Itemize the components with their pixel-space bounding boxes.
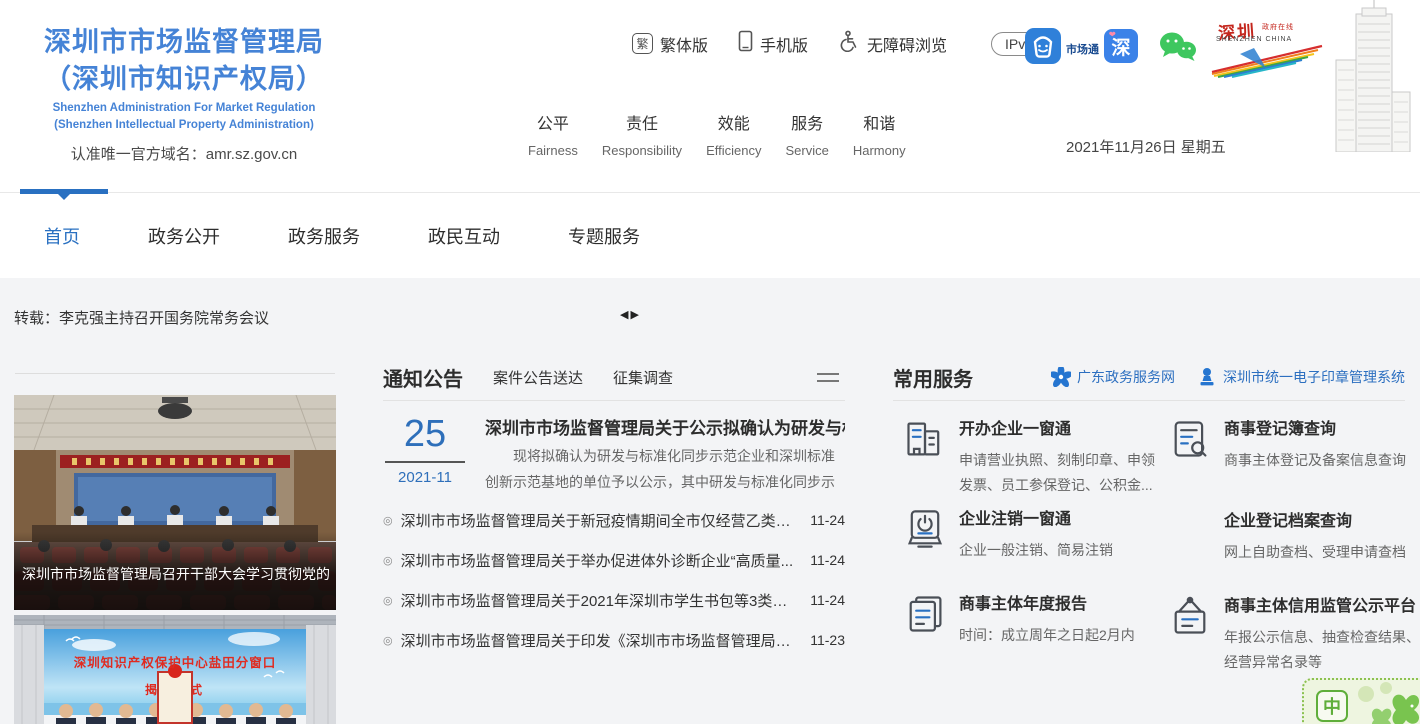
logo-subtitle-line2: (Shenzhen Intellectual Property Administ…	[28, 118, 340, 132]
tab-case-announcements[interactable]: 案件公告送达	[493, 367, 583, 388]
services-divider	[893, 400, 1405, 401]
service-business-registry-search[interactable]: 商事登记簿查询 商事主体登记及备案信息查询	[1168, 415, 1405, 473]
notices-more-icon[interactable]	[817, 368, 839, 387]
document-search-icon	[1168, 417, 1212, 461]
logo-subtitle-line1: Shenzhen Administration For Market Regul…	[28, 101, 340, 115]
ceremony-title: 深圳知识产权保护中心盐田分窗口	[44, 652, 306, 671]
notice-row[interactable]: ◎ 深圳市市场监督管理局关于2021年深圳市学生书包等3类产... 11-24	[383, 580, 845, 620]
wechat-icon[interactable]	[1157, 31, 1199, 68]
services-title: 常用服务	[893, 363, 973, 392]
service-credit-supervision-platform[interactable]: 商事主体信用监管公示平台 年报公示信息、抽查检查结果、经营异常名录等	[1168, 592, 1405, 675]
mobile-version-link[interactable]: 手机版	[738, 30, 808, 57]
bullet-icon: ◎	[383, 594, 393, 607]
traditional-label: 繁体版	[660, 32, 708, 56]
electronic-seal-system-link[interactable]: 深圳市统一电子印章管理系统	[1197, 367, 1405, 387]
page: 深圳市市场监督管理局 （深圳市知识产权局） Shenzhen Administr…	[0, 0, 1420, 724]
building-sketch	[1312, 0, 1420, 157]
nav-item-interaction[interactable]: 政民互动	[428, 223, 500, 249]
value-responsibility: 责任Responsibility	[602, 110, 682, 158]
news-ticker-headline[interactable]: 转载：李克强主持召开国务院常务会议	[14, 307, 269, 328]
market-app-link[interactable]: 市场通	[1024, 27, 1099, 70]
traditional-chinese-link[interactable]: 繁 繁体版	[632, 32, 708, 56]
nav-item-special-services[interactable]: 专题服务	[568, 223, 640, 249]
building-icon	[903, 417, 947, 461]
traditional-icon: 繁	[632, 33, 653, 54]
i-shenzhen-char: 深	[1111, 36, 1130, 59]
wheelchair-icon	[838, 30, 860, 57]
market-app-icon	[1024, 27, 1062, 70]
notice-row[interactable]: ◎ 深圳市市场监督管理局关于新冠疫情期间全市仅经营乙类非... 11-24	[383, 500, 845, 540]
value-service: 服务Service	[785, 110, 828, 158]
notices-divider	[383, 400, 845, 401]
notices-section: 通知公告 案件公告送达 征集调查 25 2021-11 深圳市市场监督管理局关于…	[383, 278, 845, 724]
gov-widget-char: 中	[1316, 690, 1348, 722]
hanging-board-icon	[1168, 594, 1212, 638]
services-section: 常用服务 广东政务服务网 深圳市统一电子印章管理系统	[893, 278, 1405, 724]
bullet-icon: ◎	[383, 514, 393, 527]
logo-title-line1: 深圳市市场监督管理局	[28, 24, 340, 61]
sz-logo-kite-swoosh	[1210, 42, 1328, 78]
featured-date-rule	[385, 461, 465, 463]
site-header: 深圳市市场监督管理局 （深圳市知识产权局） Shenzhen Administr…	[0, 0, 1420, 192]
carousel-divider	[15, 373, 335, 374]
notices-title: 通知公告	[383, 363, 463, 392]
featured-notice[interactable]: 25 2021-11 深圳市市场监督管理局关于公示拟确认为研发与标... 现将拟…	[383, 412, 845, 498]
value-efficiency: 效能Efficiency	[706, 110, 761, 158]
logo-title-line2: （深圳市知识产权局）	[28, 61, 340, 98]
tab-solicitation-survey[interactable]: 征集调查	[613, 367, 673, 388]
nav-item-home[interactable]: 首页	[44, 223, 80, 249]
mobile-label: 手机版	[760, 32, 808, 56]
i-shenzhen-app-link[interactable]: 深	[1104, 29, 1138, 68]
report-pages-icon	[903, 592, 947, 636]
current-date: 2021年11月26日 星期五	[1066, 136, 1226, 157]
slide-caption: 深圳市市场监督管理局召开干部大会学习贯彻党的十...	[22, 564, 330, 584]
main-content: 转载：李克强主持召开国务院常务会议 ◀▶	[0, 278, 1420, 724]
flower-icon	[1051, 367, 1071, 387]
service-registration-archive-search[interactable]: 企业登记档案查询 网上自助查档、受理申请查档	[1168, 507, 1405, 565]
accessibility-label: 无障碍浏览	[867, 32, 947, 56]
header-utility-links: 繁 繁体版 手机版 无障碍浏览 IPv6	[632, 30, 1047, 57]
nav-item-gov-services[interactable]: 政务服务	[288, 223, 360, 249]
site-logo[interactable]: 深圳市市场监督管理局 （深圳市知识产权局） Shenzhen Administr…	[28, 24, 340, 164]
bullet-icon: ◎	[383, 634, 393, 647]
shenzhen-china-logo[interactable]: 深圳 政府在线 SHENZHEN CHINA	[1210, 14, 1328, 80]
seal-stamp-icon	[1197, 367, 1217, 387]
market-app-label: 市场通	[1066, 41, 1099, 57]
bullet-icon: ◎	[383, 554, 393, 567]
gov-cn-widget[interactable]: 中	[1302, 678, 1420, 724]
notice-row[interactable]: ◎ 深圳市市场监督管理局关于举办促进体外诊断企业“高质量... 11-24	[383, 540, 845, 580]
plaque-art	[157, 671, 193, 724]
notice-list: ◎ 深圳市市场监督管理局关于新冠疫情期间全市仅经营乙类非... 11-24 ◎ …	[383, 500, 845, 660]
featured-month: 2021-11	[385, 469, 465, 486]
carousel-slide-ceremony-photo[interactable]: 揭牌仪式 深圳知识产权保护中心盐田分窗口	[14, 615, 336, 724]
value-fairness: 公平Fairness	[528, 110, 578, 158]
value-harmony: 和谐Harmony	[853, 110, 906, 158]
service-open-business-one-window[interactable]: 开办企业一窗通 申请营业执照、刻制印章、申领发票、员工参保登记、公积金...	[903, 415, 1149, 498]
sz-logo-subtext: 政府在线	[1262, 22, 1294, 32]
notice-row[interactable]: ◎ 深圳市市场监督管理局关于印发《深圳市市场监督管理局商... 11-23	[383, 620, 845, 660]
carousel-slide-meeting-photo[interactable]: 深圳市市场监督管理局召开干部大会学习贯彻党的十...	[14, 395, 336, 610]
featured-title[interactable]: 深圳市市场监督管理局关于公示拟确认为研发与标...	[485, 414, 845, 439]
featured-summary: 现将拟确认为研发与标准化同步示范企业和深圳标准创新示范基地的单位予以公示，其中研…	[485, 443, 847, 495]
service-business-deregistration[interactable]: 企业注销一窗通 企业一般注销、简易注销	[903, 505, 1149, 563]
service-annual-report[interactable]: 商事主体年度报告 时间：成立周年之日起2月内	[903, 590, 1149, 648]
nav-item-gov-disclosure[interactable]: 政务公开	[148, 223, 220, 249]
guangdong-gov-service-link[interactable]: 广东政务服务网	[1051, 367, 1175, 387]
official-domain-note: 认准唯一官方域名：amr.sz.gov.cn	[28, 143, 340, 164]
accessibility-link[interactable]: 无障碍浏览	[838, 30, 947, 57]
clover-leaves-art	[1356, 680, 1420, 724]
featured-day: 25	[385, 412, 465, 456]
mobile-phone-icon	[738, 30, 753, 57]
power-terminal-icon	[903, 507, 947, 551]
featured-date-block: 25 2021-11	[385, 412, 465, 486]
values-strip: 公平Fairness 责任Responsibility 效能Efficiency…	[528, 110, 906, 158]
main-navbar: 首页 政务公开 政务服务 政民互动 专题服务 政务机器人	[0, 192, 1420, 278]
